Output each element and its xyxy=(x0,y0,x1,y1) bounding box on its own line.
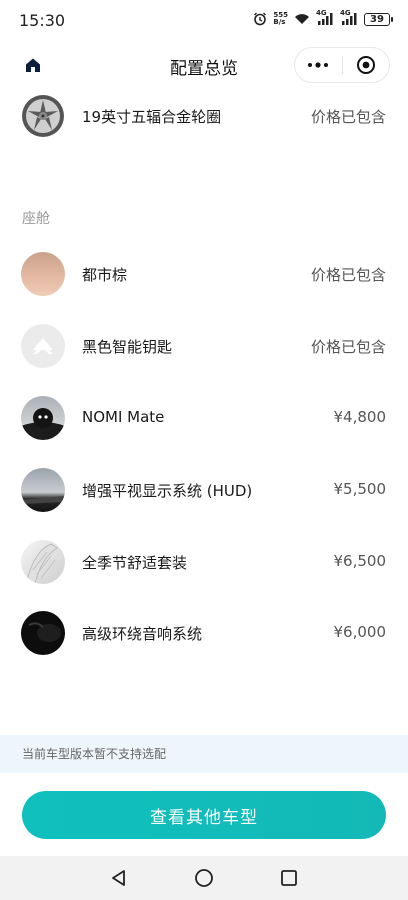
item-name: 高级环绕音响系统 xyxy=(82,625,203,643)
home-nav-button[interactable] xyxy=(192,866,216,890)
color-swatch xyxy=(21,252,65,296)
more-icon xyxy=(308,62,329,68)
target-icon xyxy=(356,56,375,74)
system-nav-bar xyxy=(0,856,408,900)
item-name: 黑色智能钥匙 xyxy=(82,338,173,356)
list-item[interactable]: 黑色智能钥匙 价格已包含 xyxy=(0,316,408,376)
battery-level: 39 xyxy=(370,13,384,25)
signal-icon-2: 4G xyxy=(340,9,358,25)
alarm-icon xyxy=(253,12,267,26)
recents-button[interactable] xyxy=(277,866,301,890)
home-circle-icon xyxy=(195,869,213,887)
back-icon xyxy=(112,870,125,886)
network-speed-unit: B/s xyxy=(273,18,286,26)
item-price: ¥4,800 xyxy=(333,408,387,426)
status-time: 15:30 xyxy=(19,11,66,30)
signal-icon-1: 4G xyxy=(316,9,334,25)
header: 配置总览 xyxy=(0,42,408,88)
network-speed: 555 B/s xyxy=(273,12,288,26)
view-other-models-button[interactable]: 查看其他车型 xyxy=(22,791,386,839)
wheel-icon xyxy=(21,94,65,138)
back-button[interactable] xyxy=(107,866,131,890)
recents-icon xyxy=(281,870,297,886)
item-price: ¥6,500 xyxy=(333,552,387,570)
item-name: 都市棕 xyxy=(82,266,128,284)
list-item[interactable]: NOMI Mate ¥4,800 xyxy=(0,388,408,448)
signal-label-2: 4G xyxy=(340,9,351,17)
mini-program-capsule xyxy=(294,47,390,83)
nomi-icon xyxy=(21,396,65,440)
list-item[interactable]: 19英寸五辐合金轮圈 价格已包含 xyxy=(0,86,408,146)
signal-label-1: 4G xyxy=(316,9,327,17)
notice-text: 当前车型版本暂不支持选配 xyxy=(22,747,167,761)
item-name: 全季节舒适套装 xyxy=(82,554,188,572)
battery-icon: 39 xyxy=(364,12,393,26)
list-item[interactable]: 高级环绕音响系统 ¥6,000 xyxy=(0,603,408,663)
status-bar: 15:30 555 B/s 4G 4G 39 xyxy=(0,0,408,42)
section-title: 座舱 xyxy=(22,211,50,227)
list-item[interactable]: 全季节舒适套装 ¥6,500 xyxy=(0,532,408,592)
notice-banner: 当前车型版本暂不支持选配 xyxy=(0,735,408,773)
item-price: 价格已包含 xyxy=(310,338,386,356)
close-mini-program-button[interactable] xyxy=(342,48,389,82)
wifi-icon xyxy=(294,13,310,25)
key-icon xyxy=(21,324,65,368)
item-price: ¥6,000 xyxy=(333,623,387,641)
item-name: 19英寸五辐合金轮圈 xyxy=(82,108,222,126)
speaker-icon xyxy=(21,611,65,655)
seat-icon xyxy=(21,540,65,584)
item-price: 价格已包含 xyxy=(310,108,386,126)
more-button[interactable] xyxy=(295,48,342,82)
list-item[interactable]: 增强平视显示系统 (HUD) ¥5,500 xyxy=(0,460,408,520)
hud-icon xyxy=(21,468,65,512)
item-price: ¥5,500 xyxy=(333,480,387,498)
item-name: 增强平视显示系统 (HUD) xyxy=(82,482,253,500)
item-name: NOMI Mate xyxy=(82,408,165,426)
list-item[interactable]: 都市棕 价格已包含 xyxy=(0,244,408,304)
item-price: 价格已包含 xyxy=(310,266,386,284)
